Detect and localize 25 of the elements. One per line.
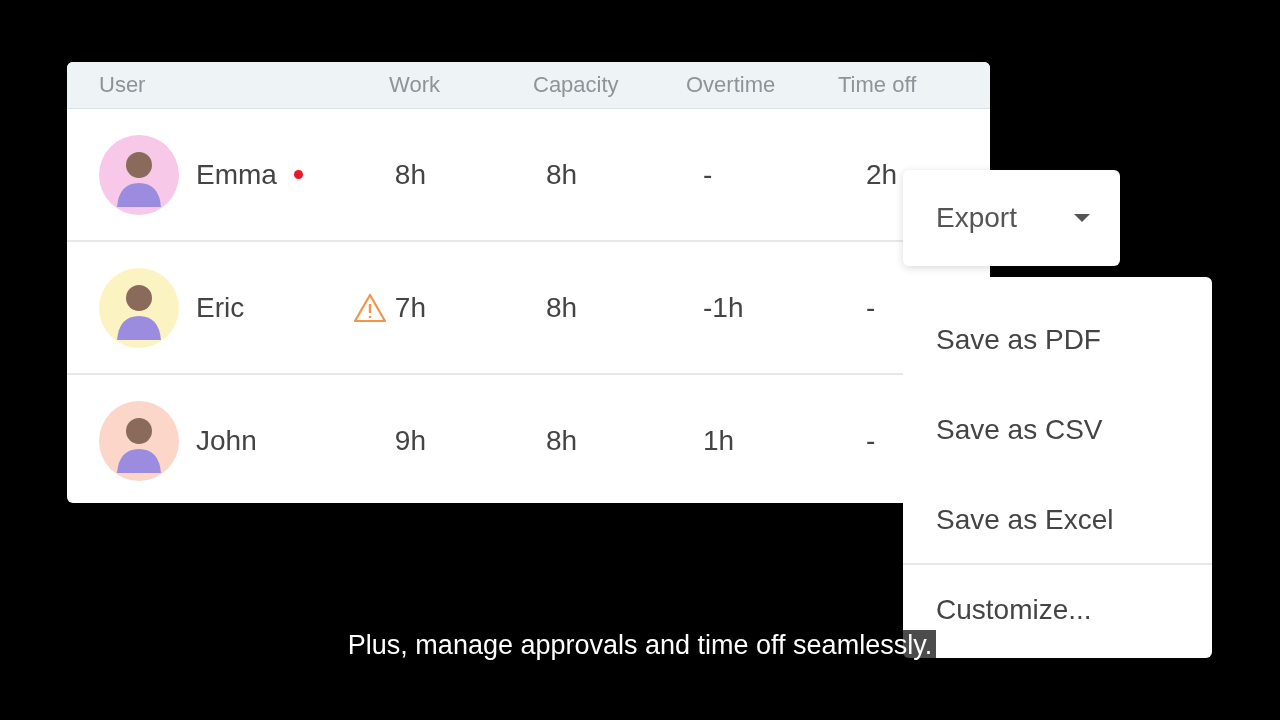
column-header: Capacity (532, 72, 620, 98)
table-cell-text: 8h (545, 424, 578, 456)
table-cell: 8h (394, 158, 426, 191)
user-name: Eric (196, 291, 245, 324)
table-cell-text: -1h (702, 291, 744, 323)
table-cell-text: 8h (545, 291, 578, 323)
table-cell-text: - (865, 291, 876, 323)
table-cell: 7h (394, 291, 426, 324)
menu-item[interactable]: Save as PDF (903, 317, 1212, 407)
table-cell-text: - (702, 158, 713, 190)
column-header: Time off (838, 72, 918, 98)
menu-item[interactable]: Save as CSV (903, 407, 1212, 497)
table-cell-text: 1h (702, 424, 735, 456)
column-header: User (99, 72, 147, 98)
column-header: Overtime (686, 72, 777, 98)
menu-item[interactable]: Save as Excel (903, 497, 1212, 587)
user-name: John (196, 424, 257, 457)
caret-icon (1072, 212, 1092, 224)
table-cell: 9h (394, 424, 426, 457)
user-name: Emma (196, 158, 277, 191)
table-cell-text: 8h (545, 158, 578, 190)
export-button[interactable]: Export (903, 170, 1120, 266)
table-cell-text: 2h (865, 158, 898, 190)
table-cell-text: - (865, 424, 876, 456)
column-header: Work (388, 72, 440, 98)
